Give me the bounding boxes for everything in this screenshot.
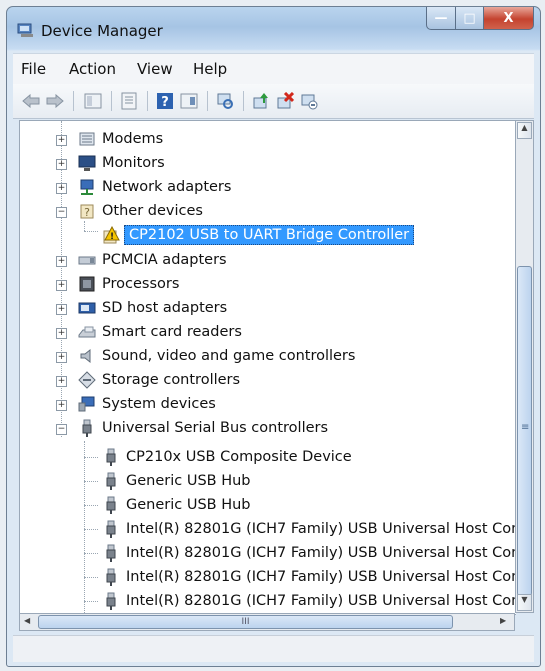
window-title: Device Manager xyxy=(41,22,163,40)
menu-bar: File Action View Help xyxy=(13,53,534,84)
properties-icon[interactable] xyxy=(119,91,139,111)
modem-icon xyxy=(79,132,95,146)
collapse-other-devices[interactable]: − xyxy=(56,207,67,218)
disable-icon[interactable] xyxy=(299,91,319,111)
scroll-up-button[interactable]: ▲ xyxy=(517,122,532,139)
title-bar[interactable]: Device Manager — □ X xyxy=(7,7,540,51)
horizontal-scroll-thumb[interactable]: III xyxy=(38,615,453,629)
forward-arrow-icon[interactable] xyxy=(45,91,65,111)
horizontal-scrollbar[interactable]: ◀ III ▶ xyxy=(19,613,515,631)
vertical-scroll-thumb[interactable]: ≡ xyxy=(517,266,532,596)
device-tree[interactable]: + Modems + Monitors + Network adapters −… xyxy=(19,120,516,615)
storage-controller-icon xyxy=(78,371,96,389)
menu-action[interactable]: Action xyxy=(69,60,116,78)
expand-modems[interactable]: + xyxy=(56,135,67,146)
tree-item-other-devices[interactable]: Other devices xyxy=(102,203,203,219)
tree-item-cp2102-usb-to-uart[interactable]: CP2102 USB to UART Bridge Controller xyxy=(124,225,415,245)
menu-help[interactable]: Help xyxy=(193,60,227,78)
tree-item-generic-usb-hub[interactable]: Generic USB Hub xyxy=(126,473,251,489)
scroll-grip: ≡ xyxy=(521,422,530,433)
usb-plug-icon xyxy=(106,496,116,514)
usb-plug-icon xyxy=(106,448,116,466)
svg-text:?: ? xyxy=(84,206,90,219)
collapse-usb-controllers[interactable]: − xyxy=(56,424,67,435)
tree-item-intel-usb-host[interactable]: Intel(R) 82801G (ICH7 Family) USB Univer… xyxy=(126,569,516,585)
minimize-button[interactable]: — xyxy=(426,7,456,30)
expand-sd-host-adapters[interactable]: + xyxy=(56,304,67,315)
usb-plug-icon xyxy=(106,472,116,490)
back-arrow-icon[interactable] xyxy=(21,91,41,111)
expand-network-adapters[interactable]: + xyxy=(56,183,67,194)
expand-monitors[interactable]: + xyxy=(56,159,67,170)
view-icon[interactable] xyxy=(179,91,199,111)
device-manager-icon xyxy=(17,23,33,37)
tree-item-intel-usb-host[interactable]: Intel(R) 82801G (ICH7 Family) USB Univer… xyxy=(126,593,516,609)
unknown-device-icon: ? xyxy=(80,204,94,219)
show-hide-tree-icon[interactable] xyxy=(83,91,103,111)
scroll-grip: III xyxy=(241,617,250,627)
tree-item-system-devices[interactable]: System devices xyxy=(102,396,216,412)
tree-item-smart-card-readers[interactable]: Smart card readers xyxy=(102,324,242,340)
expand-pcmcia-adapters[interactable]: + xyxy=(56,256,67,267)
tree-item-modems[interactable]: Modems xyxy=(102,131,163,147)
maximize-button[interactable]: □ xyxy=(456,7,484,30)
help-icon[interactable]: ? xyxy=(155,91,175,111)
monitor-icon xyxy=(78,155,96,171)
update-driver-icon[interactable] xyxy=(251,91,271,111)
smart-card-reader-icon xyxy=(78,326,96,338)
tree-item-usb-controllers[interactable]: Universal Serial Bus controllers xyxy=(102,420,328,436)
tree-item-storage-controllers[interactable]: Storage controllers xyxy=(102,372,240,388)
expand-system-devices[interactable]: + xyxy=(56,400,67,411)
expand-smart-card-readers[interactable]: + xyxy=(56,328,67,339)
pcmcia-icon xyxy=(78,256,96,265)
tree-item-cp210x-composite[interactable]: CP210x USB Composite Device xyxy=(126,449,352,465)
tree-item-sound-video-game-controllers[interactable]: Sound, video and game controllers xyxy=(102,348,355,364)
scan-hardware-icon[interactable] xyxy=(215,91,235,111)
processor-icon xyxy=(79,276,95,292)
sd-card-icon xyxy=(78,302,96,314)
menu-view[interactable]: View xyxy=(137,60,173,78)
tree-item-intel-usb-host[interactable]: Intel(R) 82801G (ICH7 Family) USB Univer… xyxy=(126,521,516,537)
warning-device-icon: ! xyxy=(103,226,120,244)
network-adapter-icon xyxy=(80,179,94,195)
close-button[interactable]: X xyxy=(484,7,534,30)
usb-plug-icon xyxy=(106,520,116,538)
svg-text:!: ! xyxy=(110,232,114,242)
scroll-left-button[interactable]: ◀ xyxy=(24,616,30,625)
tree-item-sd-host-adapters[interactable]: SD host adapters xyxy=(102,300,227,316)
scroll-right-button[interactable]: ▶ xyxy=(500,616,506,625)
menu-file[interactable]: File xyxy=(21,60,46,78)
tree-item-pcmcia-adapters[interactable]: PCMCIA adapters xyxy=(102,252,227,268)
uninstall-icon[interactable] xyxy=(275,91,295,111)
status-bar xyxy=(13,635,534,662)
tree-item-network-adapters[interactable]: Network adapters xyxy=(102,179,231,195)
scroll-down-button[interactable]: ▼ xyxy=(517,594,532,611)
usb-plug-icon xyxy=(106,568,116,586)
tree-item-intel-usb-host[interactable]: Intel(R) 82801G (ICH7 Family) USB Univer… xyxy=(126,545,516,561)
tree-item-monitors[interactable]: Monitors xyxy=(102,155,165,171)
system-device-icon xyxy=(78,396,95,412)
expand-sound-video-game[interactable]: + xyxy=(56,352,67,363)
speaker-icon xyxy=(80,348,91,364)
usb-plug-icon xyxy=(106,544,116,562)
toolbar: ? xyxy=(13,84,534,119)
vertical-scrollbar[interactable]: ▲ ≡ ▼ xyxy=(515,120,534,613)
expand-storage-controllers[interactable]: + xyxy=(56,376,67,387)
usb-plug-icon xyxy=(82,419,92,437)
device-manager-window: Device Manager — □ X File Action View He… xyxy=(6,6,541,667)
usb-plug-icon xyxy=(106,592,116,610)
tree-item-processors[interactable]: Processors xyxy=(102,276,179,292)
tree-item-generic-usb-hub[interactable]: Generic USB Hub xyxy=(126,497,251,513)
svg-text:?: ? xyxy=(161,95,169,110)
expand-processors[interactable]: + xyxy=(56,280,67,291)
